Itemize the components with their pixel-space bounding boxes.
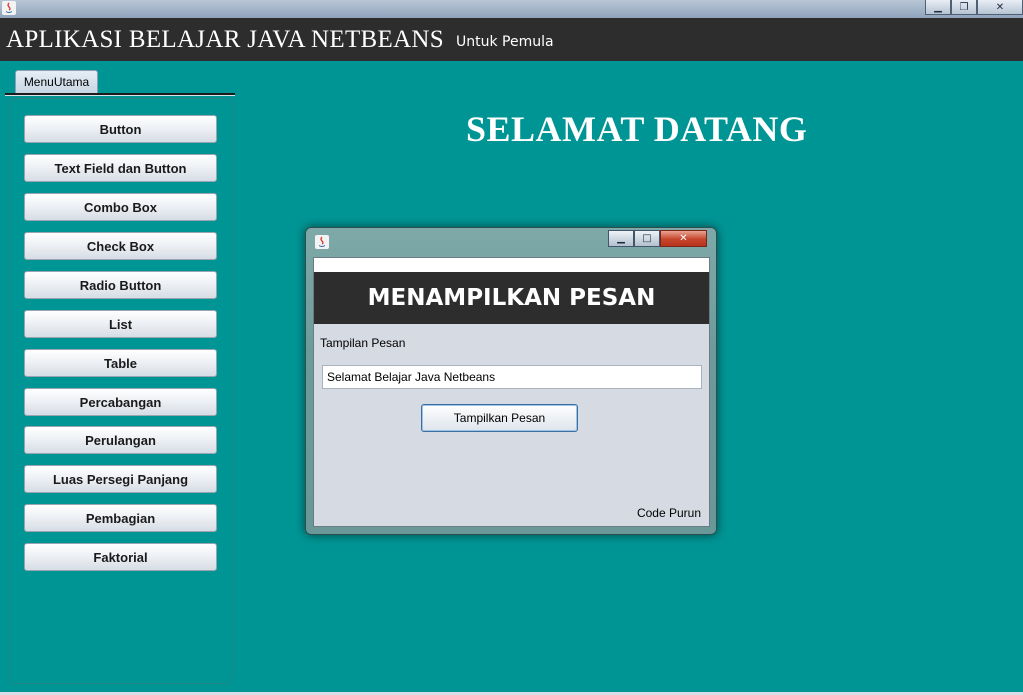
window-titlebar[interactable]: ▁ ❐ ✕ xyxy=(0,0,1023,18)
dialog-content: MENAMPILKAN PESAN Tampilan Pesan Tampilk… xyxy=(313,257,710,527)
welcome-heading: SELAMAT DATANG xyxy=(466,109,808,149)
dialog-close-button[interactable]: ✕ xyxy=(660,230,707,247)
minimize-button[interactable]: ▁ xyxy=(925,0,951,15)
percabangan-menu-button[interactable]: Percabangan xyxy=(24,388,217,416)
luas-persegi-panjang-menu-button[interactable]: Luas Persegi Panjang xyxy=(24,465,217,493)
minimize-icon: ▁ xyxy=(617,233,625,244)
close-icon: ✕ xyxy=(679,233,688,244)
sidebar-panel: Button Text Field dan Button Combo Box C… xyxy=(8,98,233,684)
minimize-icon: ▁ xyxy=(934,1,942,13)
radio-button-menu-button[interactable]: Radio Button xyxy=(24,271,217,299)
credit-label: Code Purun xyxy=(636,506,701,520)
dialog-maximize-button[interactable]: □ xyxy=(634,230,660,247)
table-menu-button[interactable]: Table xyxy=(24,349,217,377)
perulangan-menu-button[interactable]: Perulangan xyxy=(24,426,217,454)
message-label: Tampilan Pesan xyxy=(320,336,406,350)
text-field-menu-button[interactable]: Text Field dan Button xyxy=(24,154,217,182)
message-input[interactable] xyxy=(322,365,702,389)
tab-divider xyxy=(5,93,235,96)
app-title: APLIKASI BELAJAR JAVA NETBEANS xyxy=(6,25,444,53)
maximize-icon: □ xyxy=(642,233,652,244)
check-box-menu-button[interactable]: Check Box xyxy=(24,232,217,260)
dialog-minimize-button[interactable]: ▁ xyxy=(608,230,634,247)
show-message-button[interactable]: Tampilkan Pesan xyxy=(421,404,578,432)
faktorial-menu-button[interactable]: Faktorial xyxy=(24,543,217,571)
restore-icon: ❐ xyxy=(959,1,969,13)
button-menu-button[interactable]: Button xyxy=(24,115,217,143)
dialog-top-strip xyxy=(314,258,709,272)
message-dialog: ▁ □ ✕ MENAMPILKAN PESAN Tampilan Pesan T… xyxy=(305,227,717,535)
pembagian-menu-button[interactable]: Pembagian xyxy=(24,504,217,532)
combo-box-menu-button[interactable]: Combo Box xyxy=(24,193,217,221)
close-icon: ✕ xyxy=(995,1,1005,13)
app-header: APLIKASI BELAJAR JAVA NETBEANS Untuk Pem… xyxy=(0,18,1023,61)
close-button[interactable]: ✕ xyxy=(977,0,1023,15)
list-menu-button[interactable]: List xyxy=(24,310,217,338)
maximize-button[interactable]: ❐ xyxy=(951,0,977,15)
dialog-banner: MENAMPILKAN PESAN xyxy=(314,272,709,324)
tab-menu-utama[interactable]: MenuUtama xyxy=(15,70,98,94)
app-subtitle: Untuk Pemula xyxy=(456,33,554,50)
java-icon xyxy=(315,235,329,249)
java-icon xyxy=(2,1,16,15)
